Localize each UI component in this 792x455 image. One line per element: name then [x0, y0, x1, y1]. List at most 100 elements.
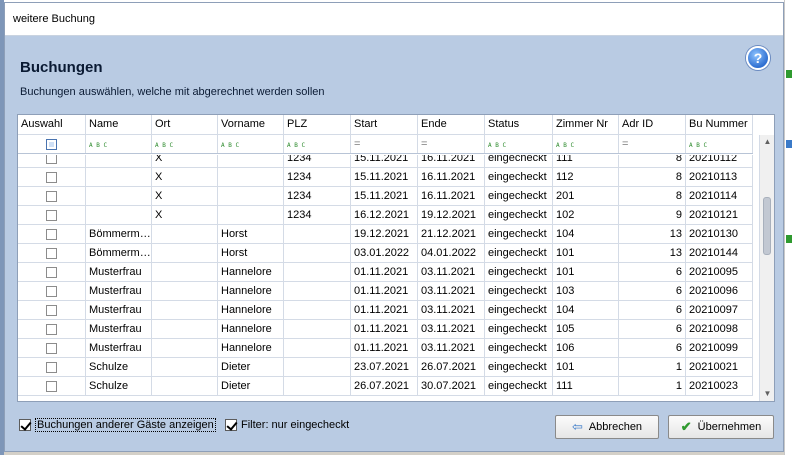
- ok-button[interactable]: ✔ Übernehmen: [668, 415, 774, 439]
- row-select-cell[interactable]: [18, 377, 86, 396]
- scroll-up-icon[interactable]: ▲: [760, 135, 774, 149]
- table-cell: eingecheckt: [485, 244, 553, 263]
- filter-cell-plz[interactable]: A B C: [284, 135, 351, 153]
- table-cell: 16.11.2021: [418, 187, 485, 206]
- table-cell: 03.11.2021: [418, 282, 485, 301]
- filter-cell-ende[interactable]: =: [418, 135, 485, 153]
- row-select-checkbox[interactable]: [46, 381, 57, 392]
- row-select-checkbox[interactable]: [46, 286, 57, 297]
- filter-checkedin-checkbox[interactable]: [225, 419, 237, 431]
- column-header-vorname[interactable]: Vorname: [218, 115, 284, 134]
- table-cell: X: [152, 187, 218, 206]
- table-cell: 03.01.2022: [351, 244, 418, 263]
- table-cell: eingecheckt: [485, 263, 553, 282]
- row-select-checkbox[interactable]: [46, 324, 57, 335]
- filter-cell-auswahl[interactable]: [18, 135, 86, 153]
- table-cell: Hannelore: [218, 282, 284, 301]
- row-select-checkbox[interactable]: [46, 155, 57, 164]
- table-cell: 03.11.2021: [418, 339, 485, 358]
- table-cell: eingecheckt: [485, 187, 553, 206]
- table-cell: eingecheckt: [485, 282, 553, 301]
- row-select-checkbox[interactable]: [46, 343, 57, 354]
- filter-cell-vorname[interactable]: A B C: [218, 135, 284, 153]
- row-select-checkbox[interactable]: [46, 267, 57, 278]
- row-select-cell[interactable]: [18, 225, 86, 244]
- row-select-checkbox[interactable]: [46, 210, 57, 221]
- column-header-bu-nummer[interactable]: Bu Nummer: [686, 115, 753, 134]
- filter-cell-zimmer-nr[interactable]: A B C: [553, 135, 619, 153]
- row-select-cell[interactable]: [18, 358, 86, 377]
- window-titlebar[interactable]: weitere Buchung: [5, 3, 783, 36]
- bookings-table[interactable]: Auswahl Name Ort Vorname PLZ Start Ende …: [17, 114, 775, 402]
- text-filter-icon: A B C: [221, 142, 240, 149]
- row-select-checkbox[interactable]: [46, 229, 57, 240]
- row-select-checkbox[interactable]: [46, 362, 57, 373]
- table-row[interactable]: Musterfrau Hannelore 01.11.2021 03.11.2021 e…: [18, 301, 759, 320]
- table-cell: 1: [619, 358, 686, 377]
- column-header-name[interactable]: Name: [86, 115, 152, 134]
- filter-cell-bu-nummer[interactable]: A B C: [686, 135, 753, 153]
- scrollbar-thumb[interactable]: [763, 197, 771, 255]
- table-cell: 6: [619, 320, 686, 339]
- table-cell: eingecheckt: [485, 339, 553, 358]
- table-row[interactable]: Musterfrau Hannelore 01.11.2021 03.11.2021 e…: [18, 282, 759, 301]
- table-row[interactable]: X 1234 16.12.2021 19.12.2021 eingecheckt 102 9…: [18, 206, 759, 225]
- page-title: Buchungen: [20, 59, 103, 76]
- row-select-cell[interactable]: [18, 320, 86, 339]
- column-header-adr-id[interactable]: Adr ID: [619, 115, 686, 134]
- table-row[interactable]: Musterfrau Hannelore 01.11.2021 03.11.2021 e…: [18, 320, 759, 339]
- row-select-cell[interactable]: [18, 339, 86, 358]
- table-row[interactable]: X 1234 15.11.2021 16.11.2021 eingecheckt 112 8…: [18, 168, 759, 187]
- help-icon[interactable]: ?: [746, 46, 770, 70]
- row-select-cell[interactable]: [18, 301, 86, 320]
- row-select-checkbox[interactable]: [46, 305, 57, 316]
- column-header-zimmer-nr[interactable]: Zimmer Nr: [553, 115, 619, 134]
- row-select-checkbox[interactable]: [46, 172, 57, 183]
- table-cell: [284, 320, 351, 339]
- column-header-start[interactable]: Start: [351, 115, 418, 134]
- table-row[interactable]: X 1234 15.11.2021 16.11.2021 eingecheckt 111 8…: [18, 155, 759, 168]
- table-row[interactable]: Schulze Dieter 23.07.2021 26.07.2021 eingech…: [18, 358, 759, 377]
- table-cell: [152, 244, 218, 263]
- cancel-button[interactable]: ⇦ Abbrechen: [555, 415, 659, 439]
- filter-cell-adr-id[interactable]: =: [619, 135, 686, 153]
- row-select-cell[interactable]: [18, 263, 86, 282]
- table-cell: eingecheckt: [485, 320, 553, 339]
- row-select-cell[interactable]: [18, 282, 86, 301]
- filter-cell-status[interactable]: A B C: [485, 135, 553, 153]
- row-select-cell[interactable]: [18, 206, 86, 225]
- table-cell: 15.11.2021: [351, 187, 418, 206]
- table-row[interactable]: Bömmerm… Horst 19.12.2021 21.12.2021 eingech…: [18, 225, 759, 244]
- row-select-cell[interactable]: [18, 168, 86, 187]
- show-other-guests-checkbox[interactable]: [19, 419, 31, 431]
- row-select-checkbox[interactable]: [46, 191, 57, 202]
- filter-cell-start[interactable]: =: [351, 135, 418, 153]
- column-header-ende[interactable]: Ende: [418, 115, 485, 134]
- column-header-ort[interactable]: Ort: [152, 115, 218, 134]
- filter-cell-name[interactable]: A B C: [86, 135, 152, 153]
- row-select-cell[interactable]: [18, 155, 86, 168]
- column-header-auswahl[interactable]: Auswahl: [18, 115, 86, 134]
- table-row[interactable]: Musterfrau Hannelore 01.11.2021 03.11.2021 e…: [18, 339, 759, 358]
- table-row[interactable]: X 1234 15.11.2021 16.11.2021 eingecheckt 201 8…: [18, 187, 759, 206]
- vertical-scrollbar[interactable]: ▲ ▼: [759, 135, 774, 401]
- column-header-plz[interactable]: PLZ: [284, 115, 351, 134]
- column-header-status[interactable]: Status: [485, 115, 553, 134]
- table-row[interactable]: Bömmerm… Horst 03.01.2022 04.01.2022 eingech…: [18, 244, 759, 263]
- background-app-edge-right: [784, 0, 792, 455]
- table-row[interactable]: Musterfrau Hannelore 01.11.2021 03.11.2021 e…: [18, 263, 759, 282]
- table-cell: 111: [553, 155, 619, 168]
- scroll-down-icon[interactable]: ▼: [760, 387, 774, 401]
- filter-checkedin-toggle[interactable]: Filter: nur eingecheckt: [225, 417, 349, 433]
- table-cell: 8: [619, 168, 686, 187]
- table-cell: [152, 225, 218, 244]
- show-other-guests-toggle[interactable]: Buchungen anderer Gäste anzeigen: [19, 417, 216, 433]
- row-select-cell[interactable]: [18, 244, 86, 263]
- table-cell: Hannelore: [218, 320, 284, 339]
- row-select-cell[interactable]: [18, 187, 86, 206]
- row-select-checkbox[interactable]: [46, 248, 57, 259]
- table-cell: 20210098: [686, 320, 753, 339]
- filter-cell-ort[interactable]: A B C: [152, 135, 218, 153]
- table-cell: 8: [619, 155, 686, 168]
- table-row[interactable]: Schulze Dieter 26.07.2021 30.07.2021 eingech…: [18, 377, 759, 396]
